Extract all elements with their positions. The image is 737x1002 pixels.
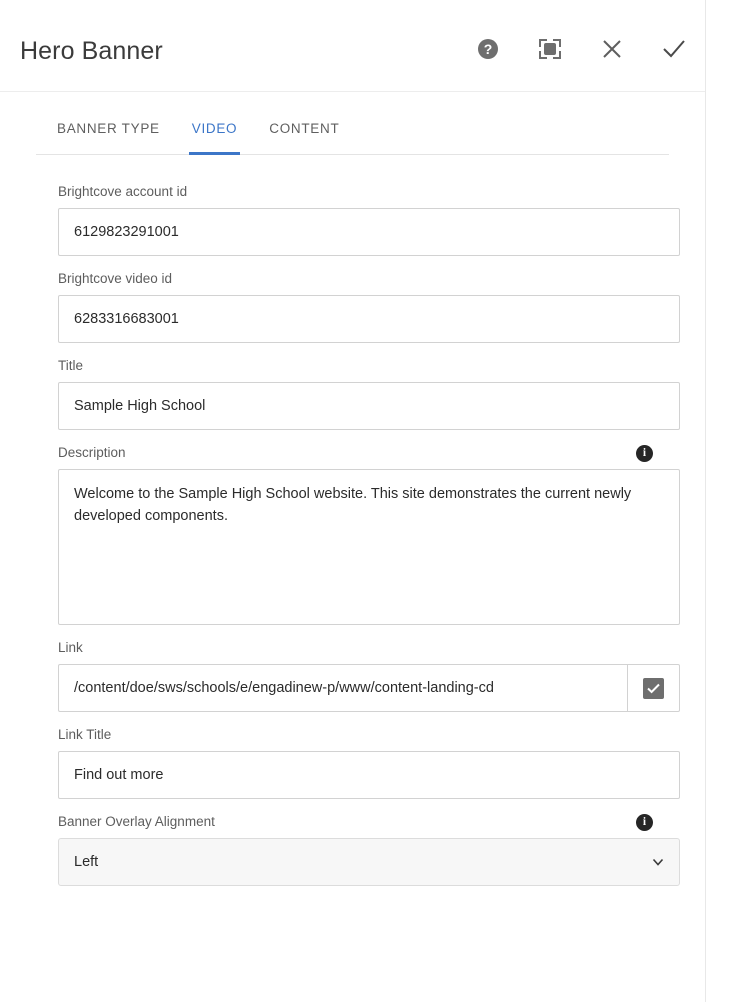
- check-icon: [663, 40, 685, 58]
- description-textarea[interactable]: Welcome to the Sample High School websit…: [58, 469, 680, 625]
- description-info-icon[interactable]: i: [636, 444, 653, 462]
- field-header: Banner Overlay Alignment i: [58, 813, 679, 831]
- dialog-header: Hero Banner ?: [0, 0, 705, 92]
- brightcove-account-id-label: Brightcove account id: [58, 184, 188, 199]
- checkbox-checked-icon: [643, 677, 664, 699]
- link-label: Link: [58, 640, 83, 655]
- field-header: Description i: [58, 444, 679, 462]
- banner-overlay-alignment-select[interactable]: Left: [58, 838, 680, 886]
- help-icon: ?: [478, 39, 498, 59]
- field-header: Title: [58, 357, 679, 375]
- header-actions: ?: [473, 34, 689, 64]
- field-header: Brightcove video id: [58, 270, 679, 288]
- tab-content[interactable]: CONTENT: [253, 121, 355, 154]
- field-header: Link: [58, 639, 679, 657]
- link-input[interactable]: [58, 664, 627, 712]
- brightcove-video-id-label: Brightcove video id: [58, 271, 173, 286]
- brightcove-account-id-input[interactable]: [58, 208, 680, 256]
- video-form: Brightcove account id Brightcove video i…: [0, 155, 705, 886]
- chevron-down-icon: [652, 858, 664, 866]
- tab-list: BANNER TYPE VIDEO CONTENT: [36, 92, 669, 155]
- help-button[interactable]: ?: [473, 34, 503, 64]
- tab-banner-type[interactable]: BANNER TYPE: [36, 121, 176, 154]
- close-icon: [603, 40, 621, 58]
- fullscreen-icon: [539, 39, 561, 59]
- field-banner-overlay-alignment: Banner Overlay Alignment i Left: [58, 813, 680, 886]
- link-row: [58, 664, 680, 712]
- field-link-title: Link Title: [58, 726, 680, 799]
- close-button[interactable]: [597, 34, 627, 64]
- field-header: Link Title: [58, 726, 679, 744]
- field-description: Description i Welcome to the Sample High…: [58, 444, 680, 625]
- link-title-label: Link Title: [58, 727, 112, 742]
- field-header: Brightcove account id: [58, 183, 679, 201]
- link-title-input[interactable]: [58, 751, 680, 799]
- hero-banner-dialog: Hero Banner ? BANNER TYPE VIDEO CONTENT …: [0, 0, 706, 1002]
- brightcove-video-id-input[interactable]: [58, 295, 680, 343]
- banner-overlay-alignment-info-icon[interactable]: i: [636, 813, 653, 831]
- banner-overlay-alignment-value: Left: [74, 854, 99, 870]
- description-label: Description: [58, 445, 126, 460]
- fullscreen-button[interactable]: [535, 34, 565, 64]
- confirm-button[interactable]: [659, 34, 689, 64]
- tab-video[interactable]: VIDEO: [176, 121, 254, 155]
- tabs-container: BANNER TYPE VIDEO CONTENT: [0, 92, 705, 155]
- title-label: Title: [58, 358, 84, 373]
- field-brightcove-account-id: Brightcove account id: [58, 183, 680, 256]
- field-link: Link: [58, 639, 680, 712]
- field-brightcove-video-id: Brightcove video id: [58, 270, 680, 343]
- link-checkbox-button[interactable]: [627, 664, 680, 712]
- banner-overlay-alignment-label: Banner Overlay Alignment: [58, 814, 215, 829]
- field-title: Title: [58, 357, 680, 430]
- page-title: Hero Banner: [20, 37, 163, 65]
- title-input[interactable]: [58, 382, 680, 430]
